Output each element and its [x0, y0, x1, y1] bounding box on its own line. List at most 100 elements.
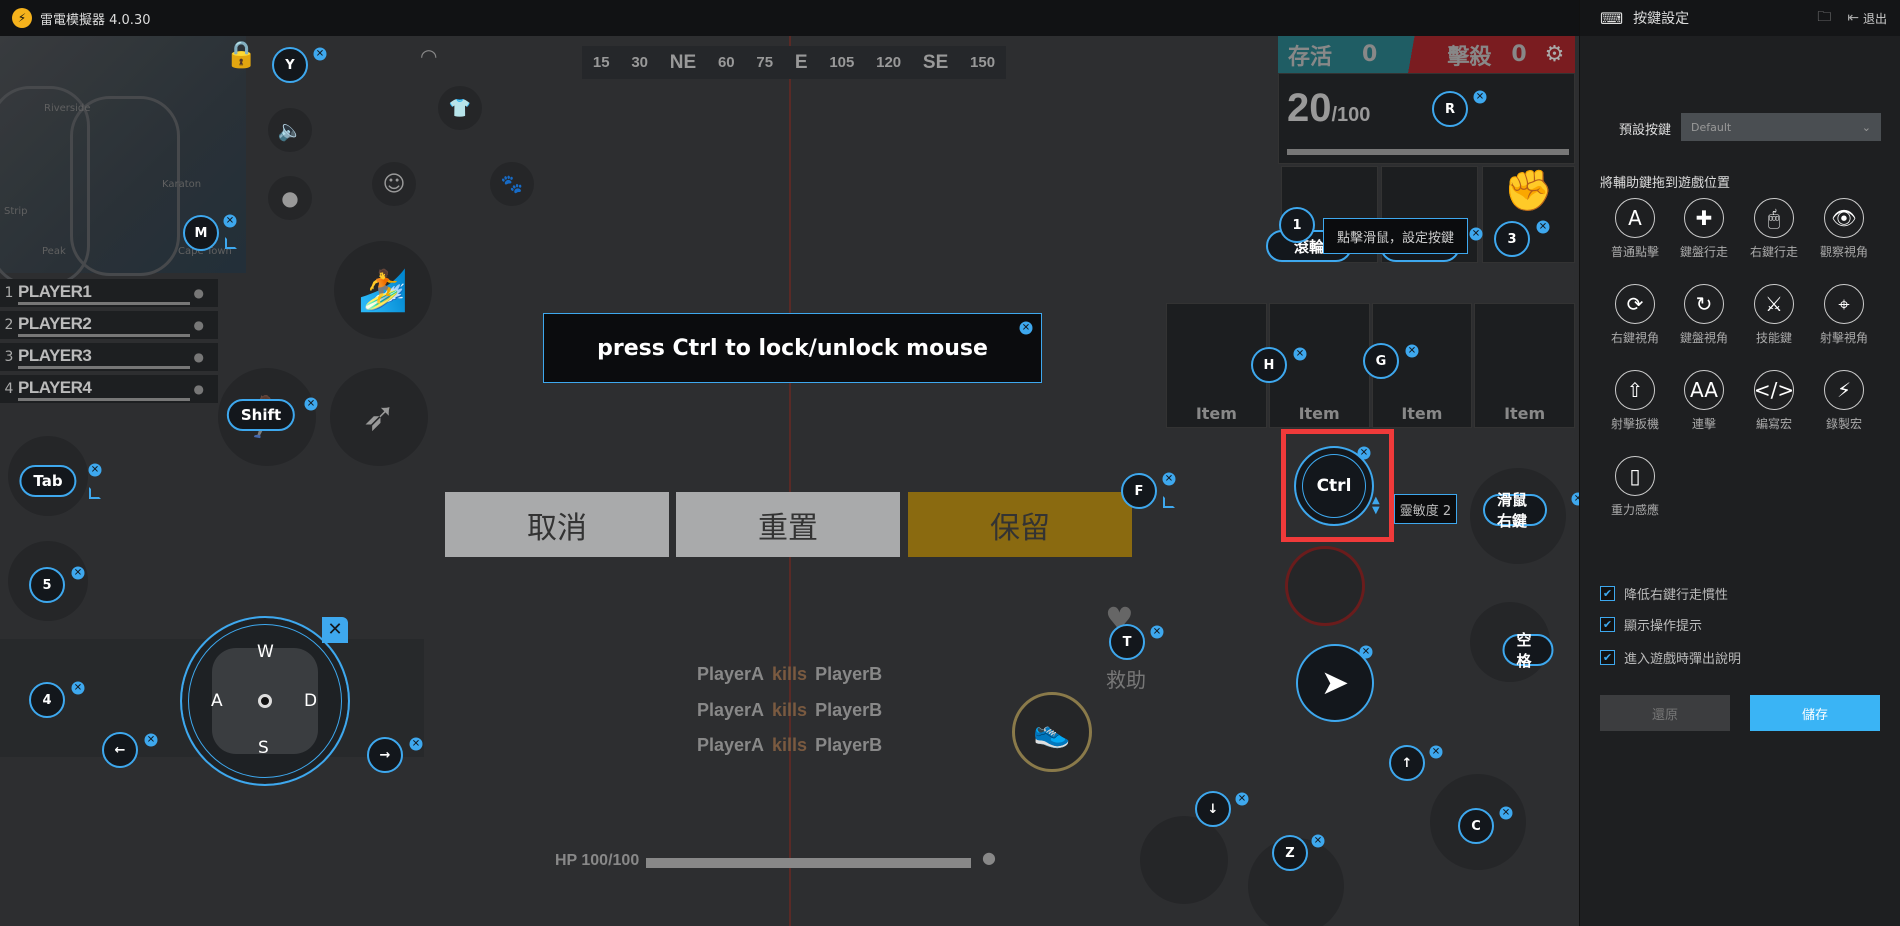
item-label: Item	[1298, 404, 1340, 423]
tool-item[interactable]: </> 編寫宏	[1739, 370, 1809, 432]
tool-item[interactable]: ✚ 鍵盤行走	[1669, 198, 1739, 260]
key-close-icon[interactable]: ✕	[1571, 492, 1579, 506]
tool-item[interactable]: ⟳ 右鍵視角	[1600, 284, 1670, 346]
tool-icon: AA	[1684, 370, 1724, 410]
key-close-icon[interactable]: ✕	[1405, 344, 1419, 358]
joystick-close-icon[interactable]: ✕	[322, 617, 348, 643]
exit-button[interactable]: 退出	[1863, 10, 1887, 27]
player-row: 3 PLAYER3 ●	[0, 343, 218, 371]
key-m[interactable]: M	[183, 215, 219, 251]
tool-label: 鍵盤行走	[1679, 245, 1728, 259]
key-close-icon[interactable]: ✕	[1359, 645, 1373, 659]
tool-label: 射擊視角	[1819, 331, 1868, 345]
tool-icon: ⟳	[1615, 284, 1655, 324]
key-close-icon[interactable]: ✕	[144, 733, 158, 747]
key-close-icon[interactable]: ✕	[88, 463, 102, 477]
edit-icon[interactable]	[225, 237, 237, 249]
lean-icon	[1285, 546, 1365, 626]
key-space[interactable]: 空格	[1502, 631, 1554, 670]
option-checkbox[interactable]: ✔ 顯示操作提示	[1600, 615, 1702, 634]
key-close-icon[interactable]: ✕	[1293, 347, 1307, 361]
key-g[interactable]: G	[1363, 343, 1399, 379]
key-close-icon[interactable]: ✕	[304, 397, 318, 411]
sensitivity-stepper[interactable]: ▲ ▼	[1372, 496, 1380, 516]
tooltip: 點擊滑鼠，設定按鍵	[1323, 218, 1468, 254]
key-close-icon[interactable]: ✕	[1311, 834, 1325, 848]
key-close-icon[interactable]: ✕	[71, 566, 85, 580]
cancel-button[interactable]: 取消	[445, 492, 669, 557]
tool-label: 射擊扳機	[1610, 417, 1659, 431]
paw-icon: 🐾	[490, 162, 534, 206]
key-right[interactable]: →	[367, 737, 403, 773]
key-left[interactable]: ←	[102, 732, 138, 768]
message-close-icon[interactable]: ✕	[1019, 321, 1033, 335]
killfeed-row: PlayerA kills PlayerB	[697, 664, 883, 684]
key-3[interactable]: 3	[1494, 221, 1530, 257]
preset-dropdown[interactable]: Default ⌄	[1681, 113, 1881, 141]
key-close-icon[interactable]: ✕	[409, 737, 423, 751]
reset-button[interactable]: 重置	[676, 492, 900, 557]
tool-icon: ⚔	[1754, 284, 1794, 324]
key-c[interactable]: C	[1458, 808, 1494, 844]
tool-item[interactable]: ⌖ 射擊視角	[1809, 284, 1879, 346]
edit-icon[interactable]	[89, 487, 101, 499]
key-up[interactable]: ↑	[1389, 745, 1425, 781]
key-1[interactable]: 1	[1279, 207, 1315, 243]
restore-button[interactable]: 還原	[1600, 695, 1730, 731]
key-y[interactable]: Y	[272, 47, 308, 83]
tool-item[interactable]: ⇧ 射擊扳機	[1600, 370, 1670, 432]
key-close-icon[interactable]: ✕	[1499, 806, 1513, 820]
key-down[interactable]: ↓	[1195, 791, 1231, 827]
settings-gear-icon[interactable]: ⚙	[1545, 42, 1565, 67]
key-d: D	[304, 691, 318, 711]
key-close-icon[interactable]: ✕	[71, 681, 85, 695]
key-4[interactable]: 4	[29, 682, 65, 718]
tool-item[interactable]: 🖱 右鍵行走	[1739, 198, 1809, 260]
item-label: Item	[1401, 404, 1443, 423]
key-right-mouse[interactable]: 滑鼠右鍵	[1483, 491, 1547, 530]
tool-item[interactable]: ↻ 鍵盤視角	[1669, 284, 1739, 346]
key-close-icon[interactable]: ✕	[1429, 745, 1443, 759]
option-checkbox[interactable]: ✔ 進入遊戲時彈出說明	[1600, 648, 1741, 667]
key-close-icon[interactable]: ✕	[223, 214, 237, 228]
key-close-icon[interactable]: ✕	[1473, 90, 1487, 104]
lock-icon[interactable]: 🔒	[225, 40, 257, 70]
tool-item[interactable]: ⚡ 錄製宏	[1809, 370, 1879, 432]
tool-label: 編寫宏	[1755, 417, 1792, 431]
key-5[interactable]: 5	[29, 567, 65, 603]
save-button[interactable]: 儲存	[1750, 695, 1880, 731]
speaker-icon: 🔈	[268, 108, 312, 152]
tool-item[interactable]: ⚔ 技能鍵	[1739, 284, 1809, 346]
key-close-icon[interactable]: ✕	[1536, 220, 1550, 234]
key-w: W	[257, 642, 274, 662]
key-close-icon[interactable]: ✕	[1235, 792, 1249, 806]
key-r[interactable]: R	[1432, 91, 1468, 127]
tool-item[interactable]: AA 連擊	[1669, 370, 1739, 432]
key-h[interactable]: H	[1251, 347, 1287, 383]
edit-icon[interactable]	[1163, 496, 1175, 508]
tool-label: 鍵盤視角	[1679, 331, 1728, 345]
key-t[interactable]: T	[1109, 624, 1145, 660]
rescue-label: 救助	[1106, 668, 1146, 692]
key-f[interactable]: F	[1121, 473, 1157, 509]
key-close-icon[interactable]: ✕	[1357, 446, 1371, 460]
key-tab[interactable]: Tab	[19, 465, 77, 497]
key-close-icon[interactable]: ✕	[1162, 472, 1176, 486]
key-z[interactable]: Z	[1272, 835, 1308, 871]
preset-label: 預設按鍵	[1619, 123, 1672, 138]
key-close-icon[interactable]: ✕	[1469, 227, 1483, 241]
tool-item[interactable]: 👁 觀察視角	[1809, 198, 1879, 260]
tool-item[interactable]: A 普通點擊	[1600, 198, 1670, 260]
key-close-icon[interactable]: ✕	[313, 47, 327, 61]
key-shift[interactable]: Shift	[226, 399, 296, 431]
key-close-icon[interactable]: ✕	[1150, 625, 1164, 639]
hp-bar	[646, 858, 971, 868]
option-checkbox[interactable]: ✔ 降低右鍵行走慣性	[1600, 584, 1728, 603]
tool-label: 重力感應	[1610, 503, 1659, 517]
keep-button[interactable]: 保留	[908, 492, 1132, 557]
folder-icon[interactable]: 🗀	[1817, 6, 1831, 30]
tool-label: 右鍵視角	[1610, 331, 1659, 345]
exit-icon[interactable]: ⇤	[1847, 10, 1859, 26]
location-pin-icon: ●	[193, 382, 204, 396]
tool-item[interactable]: ▯ 重力感應	[1600, 456, 1670, 518]
